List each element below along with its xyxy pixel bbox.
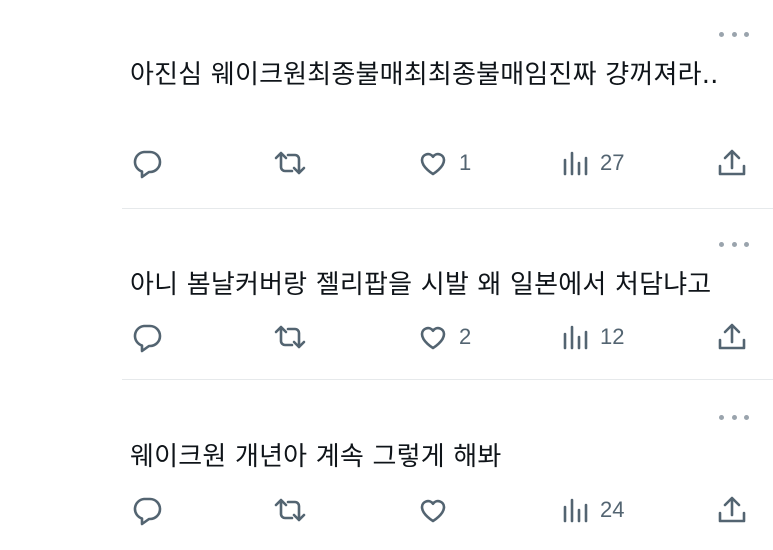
share-upload-icon <box>718 149 746 176</box>
speech-bubble-icon <box>133 150 162 179</box>
like-count: 2 <box>459 324 472 349</box>
more-options-icon[interactable] <box>719 26 749 42</box>
reply-item-2[interactable]: 아니 봄날커버랑 젤리팝을 시발 왜 일본에서 처담냐고 2 12 <box>0 209 773 379</box>
like-count: 1 <box>459 150 472 175</box>
bar-chart-icon <box>563 498 588 523</box>
reply-text: 아진심 웨이크원최종불매최최종불매임진짜 걍꺼져라.. <box>130 60 719 90</box>
more-options-icon[interactable] <box>719 409 749 425</box>
retweet-arrows-icon <box>274 498 306 522</box>
reply-button[interactable] <box>131 490 163 530</box>
heart-icon <box>420 499 446 523</box>
reply-button[interactable] <box>131 143 163 183</box>
reply-actions: 1 27 <box>0 143 773 183</box>
like-button[interactable]: 1 <box>417 143 471 183</box>
views-button[interactable]: 27 <box>562 143 624 183</box>
like-button[interactable] <box>417 490 459 530</box>
like-button[interactable]: 2 <box>417 317 471 357</box>
share-upload-icon <box>718 323 746 350</box>
reply-item-3[interactable]: 웨이크원 개년아 계속 그렇게 해봐 24 <box>0 380 773 550</box>
views-count: 24 <box>600 497 625 522</box>
reply-button[interactable] <box>131 317 163 357</box>
speech-bubble-icon <box>133 324 162 353</box>
speech-bubble-icon <box>133 497 162 526</box>
bar-chart-icon <box>563 325 588 350</box>
heart-icon <box>420 326 446 350</box>
share-upload-icon <box>718 496 746 523</box>
share-button[interactable] <box>716 317 748 357</box>
retweet-button[interactable] <box>273 143 307 183</box>
share-button[interactable] <box>716 490 748 530</box>
reply-text: 아니 봄날커버랑 젤리팝을 시발 왜 일본에서 처담냐고 <box>130 270 712 300</box>
views-count: 12 <box>600 324 625 349</box>
heart-icon <box>420 152 446 176</box>
bar-chart-icon <box>563 151 588 176</box>
views-button[interactable]: 12 <box>562 317 624 357</box>
retweet-button[interactable] <box>273 317 307 357</box>
reply-actions: 2 12 <box>0 317 773 357</box>
reply-actions: 24 <box>0 490 773 530</box>
reply-text: 웨이크원 개년아 계속 그렇게 해봐 <box>130 442 502 472</box>
retweet-button[interactable] <box>273 490 307 530</box>
retweet-arrows-icon <box>274 325 306 349</box>
views-count: 27 <box>600 150 625 175</box>
reply-item-1[interactable]: 아진심 웨이크원최종불매최최종불매임진짜 걍꺼져라.. 1 27 <box>0 0 773 205</box>
share-button[interactable] <box>716 143 748 183</box>
views-button[interactable]: 24 <box>562 490 624 530</box>
more-options-icon[interactable] <box>719 236 749 252</box>
retweet-arrows-icon <box>274 151 306 175</box>
